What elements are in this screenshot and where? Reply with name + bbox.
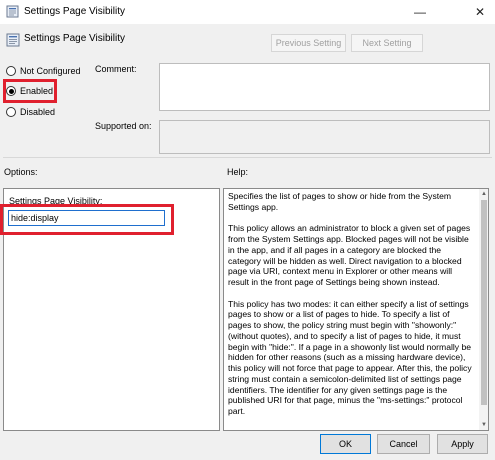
window-title: Settings Page Visibility xyxy=(24,6,125,17)
close-icon: ✕ xyxy=(474,5,486,19)
radio-circle xyxy=(6,107,16,117)
radio-label: Not Configured xyxy=(20,66,81,76)
help-paragraph: Specifies the list of pages to show or h… xyxy=(228,191,452,212)
help-paragraph: This policy allows an administrator to b… xyxy=(228,223,471,287)
policy-setting-icon xyxy=(6,33,20,47)
radio-circle xyxy=(6,66,16,76)
help-paragraph: This policy has two modes: it can either… xyxy=(228,298,472,417)
supported-on-label: Supported on: xyxy=(95,121,152,131)
close-button[interactable]: ✕ xyxy=(465,0,495,24)
help-heading: Help: xyxy=(227,167,249,177)
input-highlight-box xyxy=(0,204,174,235)
radio-not-configured[interactable]: Not Configured xyxy=(6,66,81,76)
minimize-icon: — xyxy=(414,5,426,19)
help-panel: Specifies the list of pages to show or h… xyxy=(223,188,489,431)
next-setting-button[interactable]: Next Setting xyxy=(351,34,423,52)
radio-disabled[interactable]: Disabled xyxy=(6,107,55,117)
apply-button[interactable]: Apply xyxy=(437,434,488,454)
comment-label: Comment: xyxy=(95,64,137,74)
previous-setting-button[interactable]: Previous Setting xyxy=(271,34,346,52)
enabled-highlight-box xyxy=(3,79,57,103)
scrollbar-thumb[interactable] xyxy=(481,200,487,405)
ok-button[interactable]: OK xyxy=(320,434,371,454)
cancel-button[interactable]: Cancel xyxy=(377,434,430,454)
help-text: Specifies the list of pages to show or h… xyxy=(228,191,474,428)
scroll-up-icon[interactable]: ▲ xyxy=(479,189,488,199)
title-bar: Settings Page Visibility — ✕ xyxy=(0,0,495,24)
options-heading: Options: xyxy=(4,167,38,177)
supported-on-field xyxy=(159,120,490,154)
policy-app-icon xyxy=(6,5,19,18)
section-divider xyxy=(3,157,492,158)
scroll-down-icon[interactable]: ▼ xyxy=(479,420,488,430)
help-scrollbar[interactable]: ▲ ▼ xyxy=(479,189,488,430)
setting-title: Settings Page Visibility xyxy=(24,33,125,44)
minimize-button[interactable]: — xyxy=(405,0,435,24)
radio-label: Disabled xyxy=(20,107,56,117)
comment-field[interactable] xyxy=(159,63,490,111)
